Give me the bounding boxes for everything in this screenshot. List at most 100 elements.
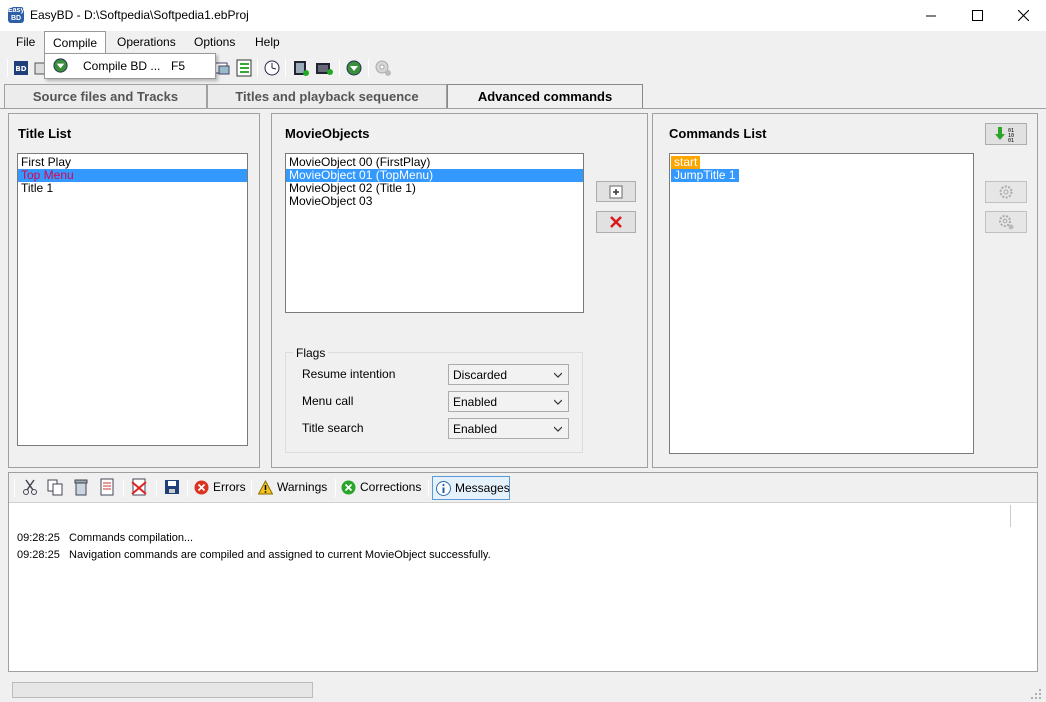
- toolbar-separator: [251, 479, 252, 497]
- chevron-down-icon: [554, 399, 562, 405]
- cut-icon[interactable]: [21, 478, 39, 496]
- menu-help[interactable]: Help: [247, 31, 288, 53]
- toolbar-separator: [187, 479, 188, 497]
- log-text: Commands compilation...: [69, 532, 194, 544]
- menu-item-shortcut: F5: [171, 59, 186, 73]
- trash-icon[interactable]: [72, 478, 90, 496]
- menu-operations[interactable]: Operations: [109, 31, 184, 53]
- toolbar-separator: [156, 479, 157, 497]
- toolbar-grip: [7, 59, 8, 77]
- compile-icon: [53, 58, 68, 73]
- add-icon: [609, 185, 623, 198]
- log-text: Navigation commands are compiled and ass…: [69, 549, 491, 561]
- resume-intention-select[interactable]: Discarded: [448, 364, 569, 385]
- save-icon[interactable]: [163, 478, 181, 496]
- info-icon: [436, 481, 451, 496]
- menu-bar: File Compile Operations Options Help: [0, 31, 1046, 54]
- menu-call-value: Enabled: [453, 395, 498, 409]
- list-item[interactable]: MovieObject 03: [286, 195, 583, 208]
- toolbar-separator: [257, 59, 258, 77]
- title-search-select[interactable]: Enabled: [448, 418, 569, 439]
- tab-corrections[interactable]: Corrections: [338, 476, 421, 500]
- tab-source-files[interactable]: Source files and Tracks: [4, 84, 207, 108]
- log-line: 09:28:25 Commands compilation...: [17, 532, 193, 544]
- compile-icon[interactable]: [345, 59, 363, 77]
- tab-errors-label: Errors: [213, 480, 246, 494]
- bd-icon[interactable]: BD: [12, 59, 30, 77]
- movieobjects-heading: MovieObjects: [285, 126, 370, 141]
- tab-corrections-label: Corrections: [360, 480, 422, 494]
- delete-document-icon[interactable]: [130, 478, 148, 496]
- log-time: 09:28:25: [17, 532, 60, 544]
- maximize-icon: [971, 10, 983, 21]
- app-icon: Easy BD: [8, 7, 25, 23]
- error-icon: [194, 480, 209, 495]
- gear-add-icon: [999, 215, 1014, 230]
- add-movieobject-button[interactable]: [596, 181, 636, 202]
- log-line: 09:28:25 Navigation commands are compile…: [17, 549, 491, 561]
- toolbar-separator: [123, 479, 124, 497]
- tab-messages-label: Messages: [455, 481, 510, 495]
- resume-intention-label: Resume intention: [302, 367, 396, 381]
- close-icon: [1017, 10, 1029, 21]
- tab-baseline: [0, 108, 1046, 109]
- menu-item-compile-bd[interactable]: Compile BD ... F5: [47, 56, 213, 76]
- toolbar-separator: [339, 59, 340, 77]
- toolbar-separator: [428, 479, 429, 497]
- compile-dropdown-menu: Compile BD ... F5: [44, 53, 216, 79]
- copy-icon[interactable]: [46, 478, 64, 496]
- commands-listbox[interactable]: start JumpTitle 1: [669, 153, 974, 454]
- menu-options[interactable]: Options: [186, 31, 243, 53]
- menu-call-select[interactable]: Enabled: [448, 391, 569, 412]
- disc-icon[interactable]: [374, 59, 392, 77]
- tab-titles-playback[interactable]: Titles and playback sequence: [207, 84, 447, 108]
- svg-text:01: 01: [1008, 138, 1014, 142]
- download-binary-icon: 01 10 01: [995, 127, 1014, 142]
- menu-file[interactable]: File: [8, 31, 43, 53]
- compile-commands-button[interactable]: 01 10 01: [985, 123, 1027, 145]
- menu-call-label: Menu call: [302, 394, 354, 408]
- chevron-down-icon: [554, 372, 562, 378]
- command-row[interactable]: JumpTitle 1: [670, 169, 973, 182]
- svg-text:BD: BD: [15, 65, 26, 73]
- correction-icon: [341, 480, 356, 495]
- film-export-icon[interactable]: [315, 59, 333, 77]
- menu-item-label: Compile BD ...: [83, 59, 161, 73]
- list-item[interactable]: Title 1: [18, 182, 247, 195]
- resize-grip-icon[interactable]: [1030, 688, 1042, 700]
- toolbar-separator: [285, 59, 286, 77]
- progress-bar: [12, 682, 313, 698]
- delete-icon: [610, 216, 622, 228]
- clock-icon[interactable]: [263, 59, 281, 77]
- main-tabs: Source files and Tracks Titles and playb…: [0, 84, 1046, 108]
- toolbar-grip: [14, 479, 15, 497]
- delete-movieobject-button[interactable]: [596, 211, 636, 233]
- title-listbox[interactable]: First Play Top Menu Title 1: [17, 153, 248, 446]
- window-title: EasyBD - D:\Softpedia\Softpedia1.ebProj: [30, 8, 249, 22]
- tab-advanced-commands[interactable]: Advanced commands: [447, 84, 643, 108]
- document-icon[interactable]: [98, 478, 116, 496]
- command-settings-button[interactable]: [985, 181, 1027, 203]
- command-settings-add-button[interactable]: [985, 211, 1027, 233]
- close-button[interactable]: [1000, 0, 1046, 31]
- menu-compile[interactable]: Compile: [44, 31, 107, 54]
- minimize-button[interactable]: [908, 0, 954, 31]
- log-time: 09:28:25: [17, 549, 60, 561]
- list-icon[interactable]: [235, 59, 253, 77]
- movieobjects-listbox[interactable]: MovieObject 00 (FirstPlay) MovieObject 0…: [285, 153, 584, 313]
- title-bar: Easy BD EasyBD - D:\Softpedia\Softpedia1…: [0, 0, 1046, 31]
- title-search-value: Enabled: [453, 422, 498, 436]
- maximize-button[interactable]: [954, 0, 1000, 31]
- tab-errors[interactable]: Errors: [191, 476, 246, 500]
- toolbar-separator: [335, 479, 336, 497]
- title-search-label: Title search: [302, 421, 364, 435]
- title-list-heading: Title List: [18, 126, 72, 141]
- log-scroll-divider: [1010, 505, 1011, 527]
- film-add-icon[interactable]: [292, 59, 310, 77]
- tab-warnings[interactable]: Warnings: [255, 476, 327, 500]
- warning-icon: [258, 480, 273, 495]
- commands-heading: Commands List: [669, 126, 767, 141]
- minimize-icon: [925, 15, 936, 17]
- resume-intention-value: Discarded: [453, 368, 508, 382]
- tab-messages[interactable]: Messages: [432, 476, 510, 500]
